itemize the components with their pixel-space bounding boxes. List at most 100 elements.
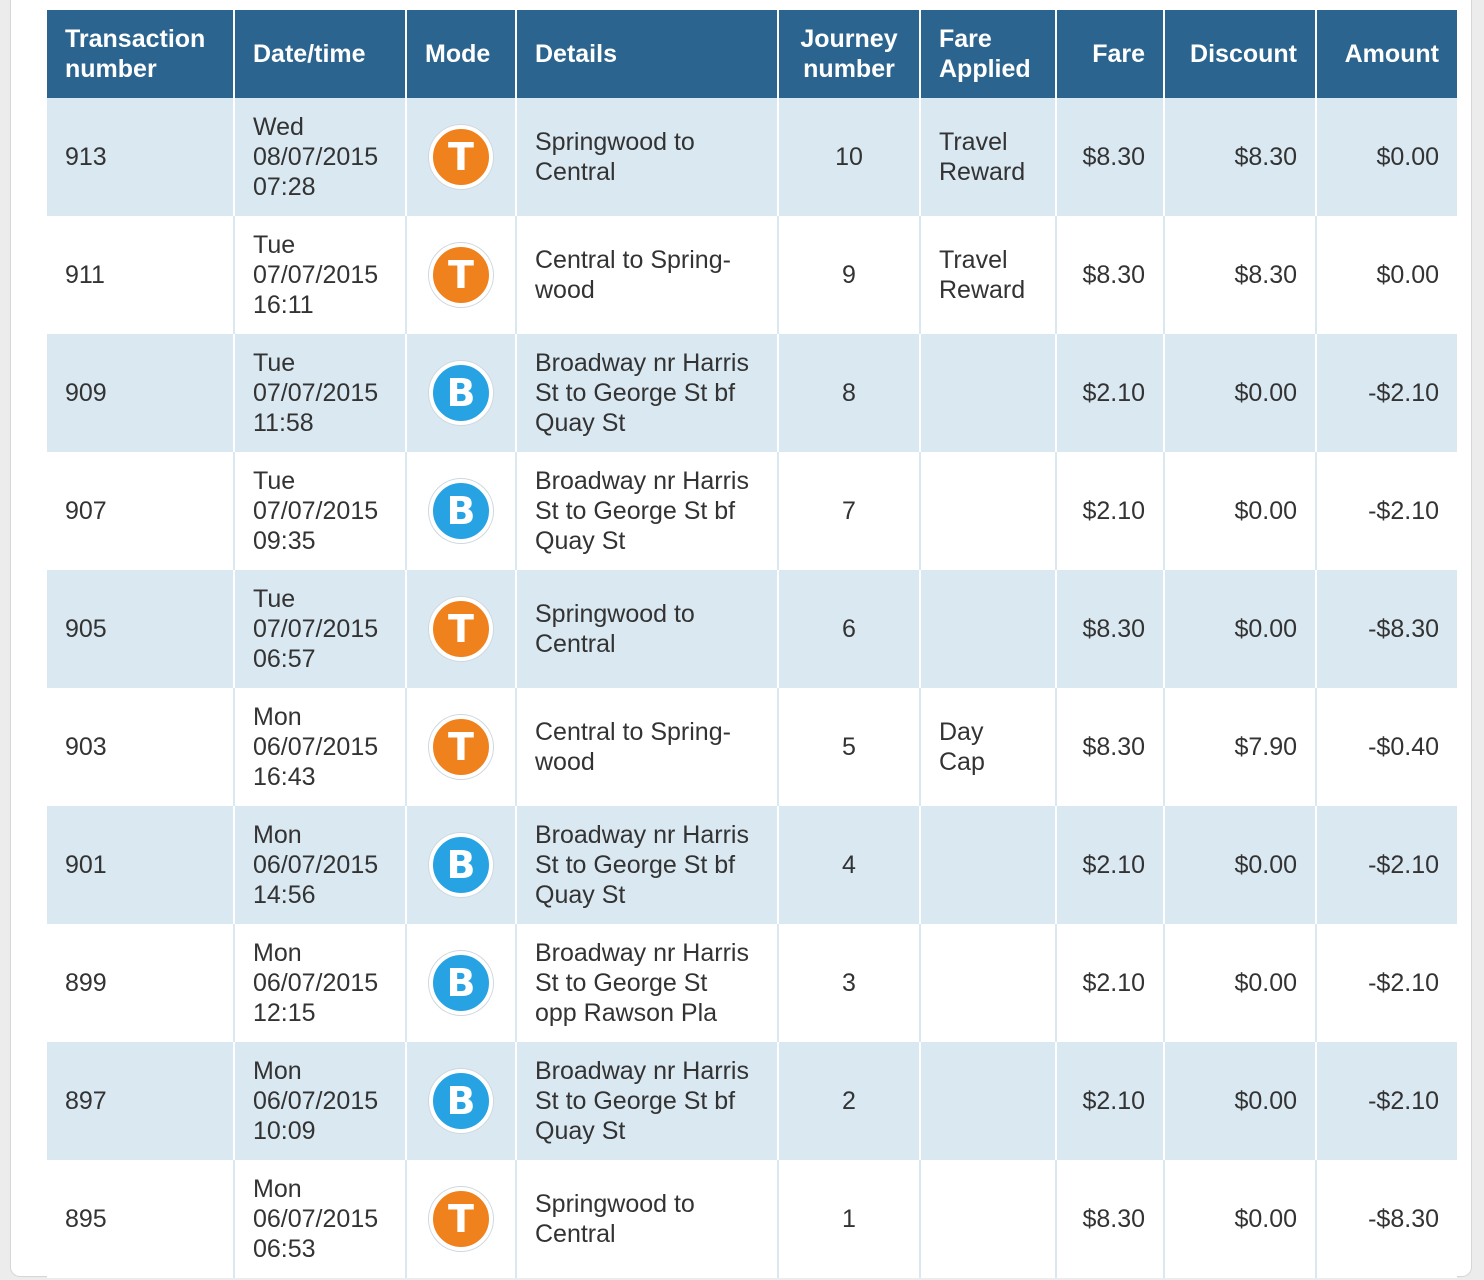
- details-line: Broadway nr Harris: [535, 1057, 749, 1085]
- weekday-text: Mon: [253, 703, 302, 731]
- amount-cell: -$2.10: [1315, 334, 1457, 452]
- details-line: Springwood to: [535, 128, 695, 156]
- table-row[interactable]: 903 Mon 06/07/2015 16:43 T Central to Spring-…: [47, 688, 1457, 806]
- table-row[interactable]: 907 Tue 07/07/2015 09:35 B Broadway nr Harris…: [47, 452, 1457, 570]
- table-row[interactable]: 909 Tue 07/07/2015 11:58 B Broadway nr Harris…: [47, 334, 1457, 452]
- time-text: 14:56: [253, 881, 316, 909]
- details-line: Quay St: [535, 1117, 626, 1145]
- fare-applied-line: Reward: [939, 276, 1026, 304]
- journey-number-cell: 1: [777, 1160, 920, 1278]
- header-transaction-number: Transaction number: [47, 10, 234, 98]
- discount-cell: $0.00: [1163, 452, 1316, 570]
- details-cell: Broadway nr Harris St to George St opp Raw…: [515, 924, 778, 1042]
- journey-number-cell: 2: [777, 1042, 920, 1160]
- details-line: St to George St bf: [535, 851, 736, 879]
- mode-cell: T: [405, 1160, 516, 1278]
- weekday-text: Tue: [253, 585, 296, 613]
- fare-cell: $2.10: [1055, 806, 1164, 924]
- table-row[interactable]: 913 Wed 08/07/2015 07:28 T Springwood to Centr…: [47, 98, 1457, 216]
- discount-cell: $0.00: [1163, 570, 1316, 688]
- date-text: 06/07/2015: [253, 1205, 379, 1233]
- train-mode-icon: T: [429, 597, 493, 661]
- fare-cell: $8.30: [1055, 570, 1164, 688]
- fare-applied-cell: [919, 924, 1056, 1042]
- header-journey-number: Journey number: [777, 10, 920, 98]
- datetime-cell: Tue 07/07/2015 09:35: [233, 452, 406, 570]
- discount-cell: $0.00: [1163, 806, 1316, 924]
- time-text: 06:53: [253, 1235, 316, 1263]
- details-line: Central: [535, 158, 616, 186]
- table-row[interactable]: 895 Mon 06/07/2015 06:53 T Springwood to Centr…: [47, 1160, 1457, 1278]
- time-text: 12:15: [253, 999, 316, 1027]
- details-cell: Broadway nr Harris St to George St bf Quay…: [515, 806, 778, 924]
- details-line: St to George St bf: [535, 1087, 736, 1115]
- amount-cell: $0.00: [1315, 216, 1457, 334]
- header-amount: Amount: [1315, 10, 1457, 98]
- date-text: 07/07/2015: [253, 261, 379, 289]
- datetime-cell: Tue 07/07/2015 06:57: [233, 570, 406, 688]
- datetime-cell: Mon 06/07/2015 14:56: [233, 806, 406, 924]
- table-row[interactable]: 905 Tue 07/07/2015 06:57 T Springwood to Centr…: [47, 570, 1457, 688]
- time-text: 16:11: [253, 291, 314, 319]
- transaction-number-cell: 909: [47, 334, 234, 452]
- header-fare-applied: Fare Applied: [919, 10, 1056, 98]
- mode-cell: B: [405, 924, 516, 1042]
- train-mode-icon: T: [429, 715, 493, 779]
- table-row[interactable]: 911 Tue 07/07/2015 16:11 T Central to Spring-…: [47, 216, 1457, 334]
- datetime-cell: Mon 06/07/2015 16:43: [233, 688, 406, 806]
- mode-cell: B: [405, 334, 516, 452]
- mode-cell: T: [405, 688, 516, 806]
- bus-mode-icon: B: [429, 951, 493, 1015]
- time-text: 06:57: [253, 645, 316, 673]
- details-line: Quay St: [535, 409, 626, 437]
- table-row[interactable]: 897 Mon 06/07/2015 10:09 B Broadway nr Harris…: [47, 1042, 1457, 1160]
- weekday-text: Tue: [253, 467, 296, 495]
- fare-cell: $8.30: [1055, 216, 1164, 334]
- amount-cell: -$8.30: [1315, 570, 1457, 688]
- date-text: 06/07/2015: [253, 733, 379, 761]
- transaction-number-cell: 899: [47, 924, 234, 1042]
- train-mode-icon: T: [429, 243, 493, 307]
- time-text: 07:28: [253, 173, 316, 201]
- mode-cell: T: [405, 216, 516, 334]
- amount-cell: -$2.10: [1315, 452, 1457, 570]
- weekday-text: Mon: [253, 1175, 302, 1203]
- amount-cell: -$2.10: [1315, 1042, 1457, 1160]
- fare-cell: $8.30: [1055, 688, 1164, 806]
- fare-cell: $2.10: [1055, 452, 1164, 570]
- details-line: Central: [535, 1220, 616, 1248]
- fare-applied-cell: [919, 1042, 1056, 1160]
- time-text: 09:35: [253, 527, 316, 555]
- details-line: wood: [535, 276, 595, 304]
- table-header-row: Transaction number Date/time Mode Detail…: [47, 10, 1457, 98]
- fare-cell: $2.10: [1055, 1042, 1164, 1160]
- train-mode-icon: T: [429, 1187, 493, 1251]
- date-text: 07/07/2015: [253, 615, 379, 643]
- fare-cell: $2.10: [1055, 334, 1164, 452]
- discount-cell: $0.00: [1163, 1042, 1316, 1160]
- details-line: Broadway nr Harris: [535, 467, 749, 495]
- discount-cell: $8.30: [1163, 216, 1316, 334]
- discount-cell: $0.00: [1163, 1160, 1316, 1278]
- bus-mode-icon: B: [429, 361, 493, 425]
- amount-cell: -$0.40: [1315, 688, 1457, 806]
- transaction-number-cell: 903: [47, 688, 234, 806]
- transaction-history-panel: Transaction number Date/time Mode Detail…: [10, 0, 1472, 1278]
- journey-number-cell: 10: [777, 98, 920, 216]
- amount-cell: $0.00: [1315, 98, 1457, 216]
- datetime-cell: Tue 07/07/2015 11:58: [233, 334, 406, 452]
- fare-applied-line: Reward: [939, 158, 1026, 186]
- table-row[interactable]: 901 Mon 06/07/2015 14:56 B Broadway nr Harris…: [47, 806, 1457, 924]
- time-text: 10:09: [253, 1117, 316, 1145]
- header-details: Details: [515, 10, 778, 98]
- details-line: Quay St: [535, 881, 626, 909]
- journey-number-cell: 5: [777, 688, 920, 806]
- details-line: Quay St: [535, 527, 626, 555]
- details-line: wood: [535, 748, 595, 776]
- details-line: St to George St: [535, 969, 708, 997]
- discount-cell: $8.30: [1163, 98, 1316, 216]
- details-line: St to George St bf: [535, 379, 736, 407]
- table-row[interactable]: 899 Mon 06/07/2015 12:15 B Broadway nr Harris…: [47, 924, 1457, 1042]
- details-cell: Springwood to Central: [515, 570, 778, 688]
- bus-mode-icon: B: [429, 479, 493, 543]
